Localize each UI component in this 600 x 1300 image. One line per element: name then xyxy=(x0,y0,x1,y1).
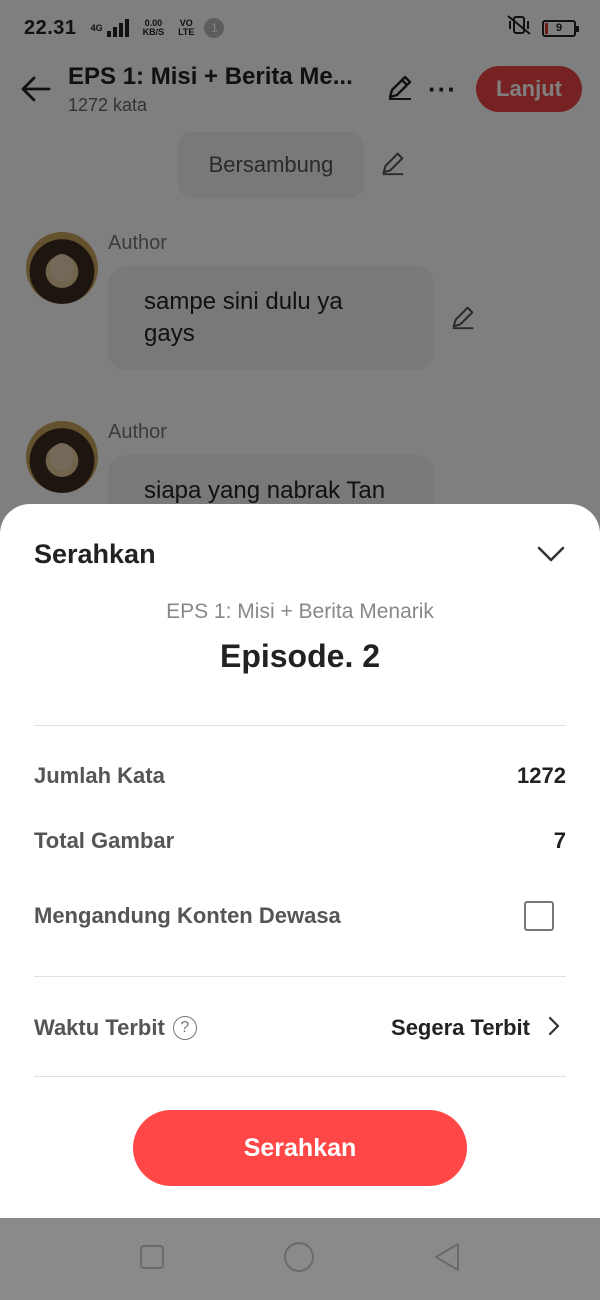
adult-content-checkbox[interactable] xyxy=(524,901,554,931)
word-count-row: Jumlah Kata 1272 xyxy=(34,756,566,796)
adult-content-row: Mengandung Konten Dewasa xyxy=(34,896,566,936)
sheet-title: Serahkan xyxy=(34,538,156,569)
word-count-label: Jumlah Kata xyxy=(34,763,165,788)
images-value: 7 xyxy=(553,828,566,853)
adult-content-label: Mengandung Konten Dewasa xyxy=(34,903,341,928)
recent-apps-icon[interactable] xyxy=(139,1244,165,1275)
publish-time-row[interactable]: Waktu Terbit ? Segera Terbit xyxy=(34,1008,566,1048)
images-label: Total Gambar xyxy=(34,828,175,853)
help-icon[interactable]: ? xyxy=(172,1016,197,1040)
submit-sheet: Serahkan EPS 1: Misi + Berita Menarik Ep… xyxy=(0,504,600,1218)
episode-number: Episode. 2 xyxy=(219,638,381,674)
chevron-right-icon xyxy=(548,1016,560,1041)
navigation-bar xyxy=(0,1218,600,1300)
divider xyxy=(34,976,566,977)
sheet-header: Serahkan xyxy=(34,534,566,574)
home-icon[interactable] xyxy=(283,1241,315,1278)
chevron-down-icon[interactable] xyxy=(536,539,566,569)
back-triangle-icon[interactable] xyxy=(433,1242,461,1277)
publish-time-value: Segera Terbit xyxy=(391,1015,530,1040)
divider xyxy=(34,725,566,726)
images-row: Total Gambar 7 xyxy=(34,821,566,861)
word-count-value: 1272 xyxy=(517,763,566,788)
episode-title: EPS 1: Misi + Berita Menarik xyxy=(166,600,434,623)
publish-time-label: Waktu Terbit xyxy=(34,1015,165,1040)
submit-button[interactable]: Serahkan xyxy=(133,1110,467,1186)
divider xyxy=(34,1076,566,1077)
